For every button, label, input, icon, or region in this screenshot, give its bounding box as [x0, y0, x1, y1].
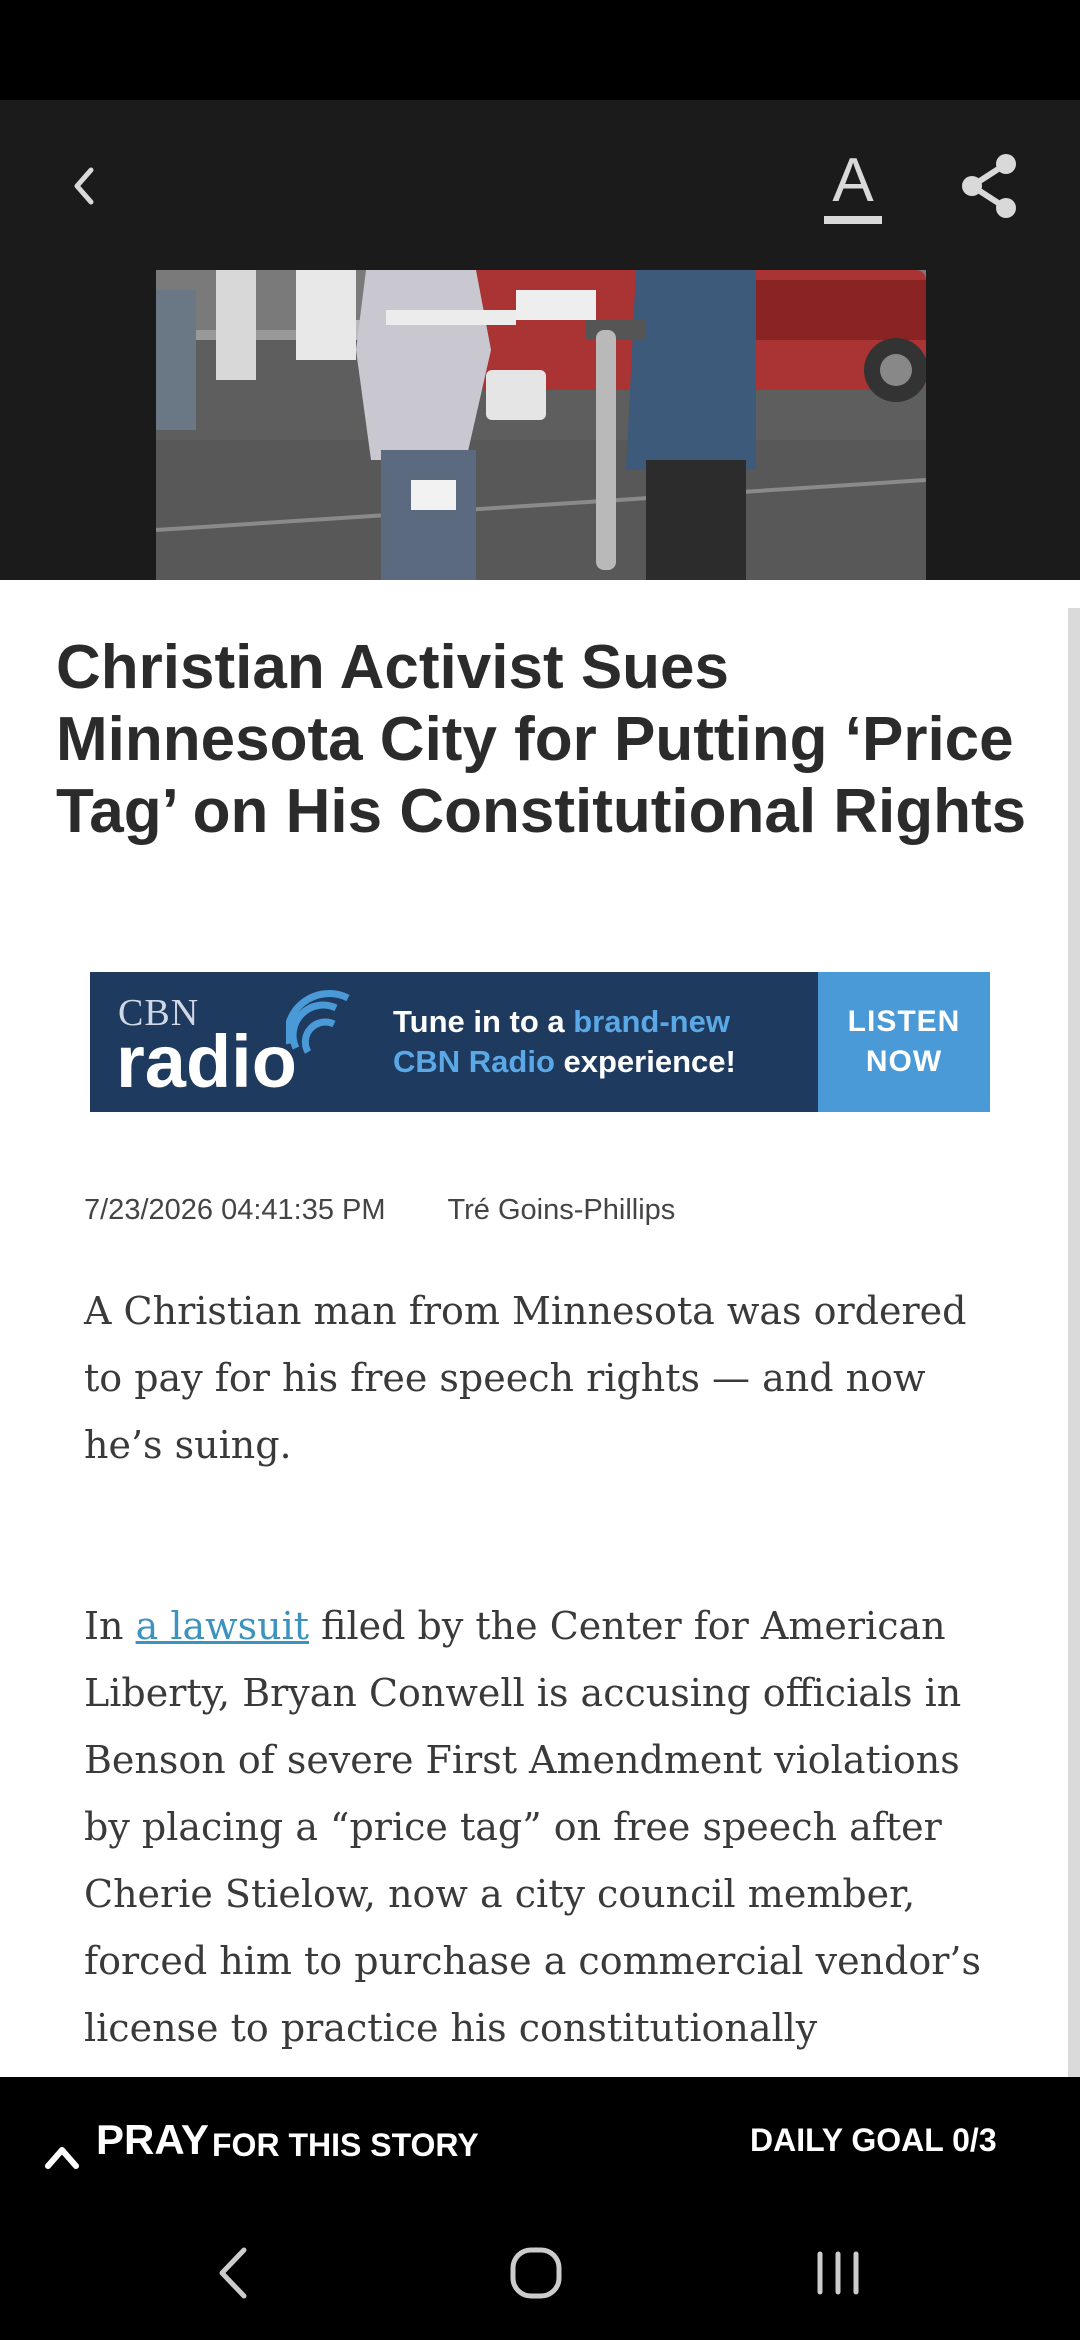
article-paragraph-2: In a lawsuit filed by the Center for Ame…: [84, 1593, 1014, 2077]
hero-photo: [156, 270, 926, 580]
article-headline: Christian Activist Sues Minnesota City f…: [56, 633, 1027, 846]
font-size-button[interactable]: A: [820, 150, 886, 226]
article-meta: 7/23/2026 04:41:35 PM Tré Goins-Phillips: [84, 1192, 984, 1228]
cbn-radio-banner[interactable]: CBN radio Tune in to a brand-new CBN Rad…: [90, 972, 990, 1112]
share-icon: [962, 154, 1016, 218]
font-size-underline: [824, 216, 882, 224]
nav-recents-button[interactable]: [798, 2238, 878, 2308]
article-paragraph-1: A Christian man from Minnesota was order…: [84, 1289, 967, 1467]
cta-line-2: NOW: [865, 1045, 943, 1078]
back-button[interactable]: [56, 158, 112, 214]
article-date: 7/23/2026 04:41:35 PM: [84, 1194, 386, 1226]
radio-logo-text: radio: [116, 1020, 297, 1103]
lawsuit-link[interactable]: a lawsuit: [136, 1604, 309, 1648]
radio-waves-icon: [286, 990, 350, 1054]
scrollbar[interactable]: [1068, 608, 1080, 2078]
hero-image: [156, 270, 926, 580]
nav-back-button[interactable]: [194, 2238, 274, 2308]
nav-home-button[interactable]: [496, 2238, 576, 2308]
tagline-highlight: brand-new: [573, 1004, 730, 1039]
nav-back-icon: [219, 2247, 247, 2299]
tagline-part-2: CBN Radio: [393, 1044, 555, 1079]
pray-label[interactable]: PRAY: [96, 2114, 209, 2166]
nav-recents-icon: [817, 2251, 859, 2295]
article-body: Christian Activist Sues Minnesota City f…: [0, 580, 1080, 2077]
cta-line-1: LISTEN: [847, 1005, 961, 1038]
tagline-part-3: experience!: [554, 1044, 736, 1079]
status-bar: [0, 0, 1080, 100]
article-author: Tré Goins-Phillips: [447, 1194, 676, 1226]
daily-goal-counter: DAILY GOAL 0/3: [750, 2122, 997, 2158]
tagline-part-1: Tune in to a: [393, 1004, 574, 1039]
paragraph-2-body: filed by the Center for American Liberty…: [84, 1604, 982, 2077]
font-size-icon: A: [832, 146, 874, 215]
listen-now-button[interactable]: LISTEN NOW: [818, 972, 990, 1112]
banner-tagline: Tune in to a brand-new CBN Radio experie…: [393, 1002, 833, 1082]
chevron-left-icon: [74, 167, 94, 205]
pray-for-story-label[interactable]: FOR THIS STORY: [212, 2123, 479, 2167]
chevron-up-icon[interactable]: [42, 2138, 82, 2178]
paragraph-2-prefix: In: [84, 1604, 136, 1648]
nav-home-icon: [510, 2247, 562, 2299]
share-button[interactable]: [958, 152, 1020, 220]
